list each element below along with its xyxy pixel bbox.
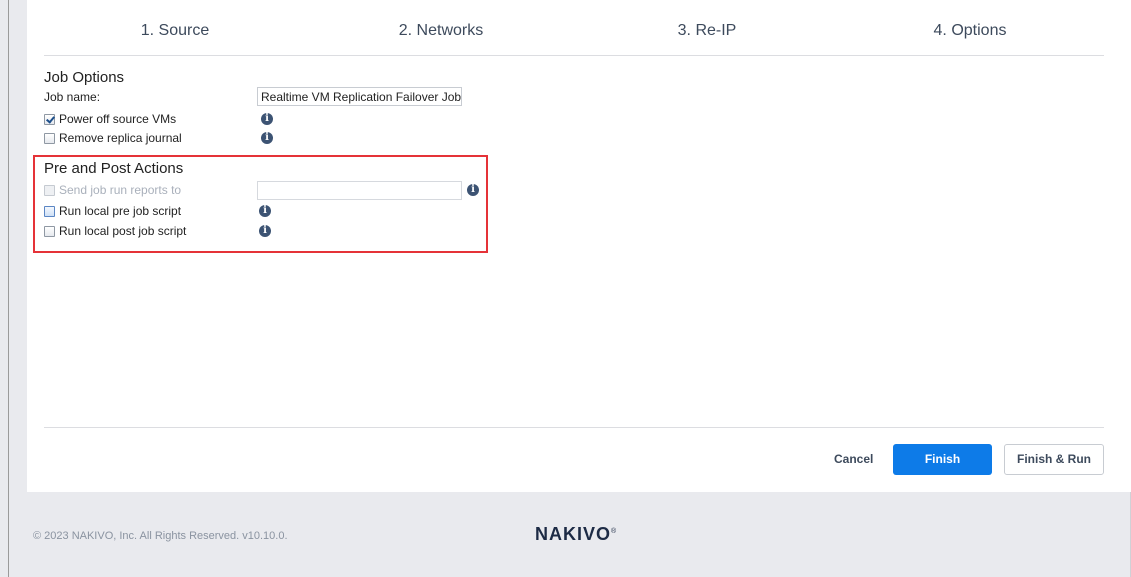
step-networks[interactable]: 2. Networks	[341, 22, 541, 40]
nakivo-logo: NAKIVO®	[535, 524, 617, 545]
info-icon[interactable]: i	[259, 205, 271, 217]
info-icon[interactable]: i	[467, 184, 479, 196]
wizard-panel: 1. Source 2. Networks 3. Re-IP 4. Option…	[27, 0, 1131, 492]
finish-button[interactable]: Finish	[893, 444, 992, 475]
remove-journal-label: Remove replica journal	[59, 131, 182, 145]
pre-post-title: Pre and Post Actions	[44, 160, 184, 177]
info-icon[interactable]: i	[261, 132, 273, 144]
logo-text: NAKIVO	[535, 524, 612, 544]
wizard-steps: 1. Source 2. Networks 3. Re-IP 4. Option…	[27, 0, 1131, 56]
job-options-title: Job Options	[44, 69, 125, 86]
registered-mark: ®	[611, 528, 618, 535]
send-reports-label: Send job run reports to	[59, 183, 182, 197]
step-options[interactable]: 4. Options	[870, 22, 1070, 40]
job-name-input[interactable]: Realtime VM Replication Failover Job	[257, 87, 462, 106]
copyright-text: © 2023 NAKIVO, Inc. All Rights Reserved.…	[33, 530, 288, 542]
post-script-checkbox[interactable]	[44, 226, 55, 237]
remove-journal-checkbox[interactable]	[44, 133, 55, 144]
power-off-label: Power off source VMs	[59, 112, 177, 126]
info-icon[interactable]: i	[259, 225, 271, 237]
send-reports-checkbox[interactable]	[44, 185, 55, 196]
window-left-border	[8, 0, 9, 577]
finish-and-run-button[interactable]: Finish & Run	[1004, 444, 1104, 475]
power-off-checkbox[interactable]	[44, 114, 55, 125]
cancel-button[interactable]: Cancel	[834, 452, 873, 466]
step-re-ip[interactable]: 3. Re-IP	[607, 22, 807, 40]
job-name-label: Job name:	[44, 90, 101, 104]
post-script-label: Run local post job script	[59, 224, 187, 238]
steps-divider	[44, 55, 1104, 56]
info-icon[interactable]: i	[261, 113, 273, 125]
pre-script-checkbox[interactable]	[44, 206, 55, 217]
pre-script-label: Run local pre job script	[59, 204, 182, 218]
step-source[interactable]: 1. Source	[75, 22, 275, 40]
send-reports-input[interactable]	[257, 181, 462, 200]
actions-divider	[44, 427, 1104, 428]
